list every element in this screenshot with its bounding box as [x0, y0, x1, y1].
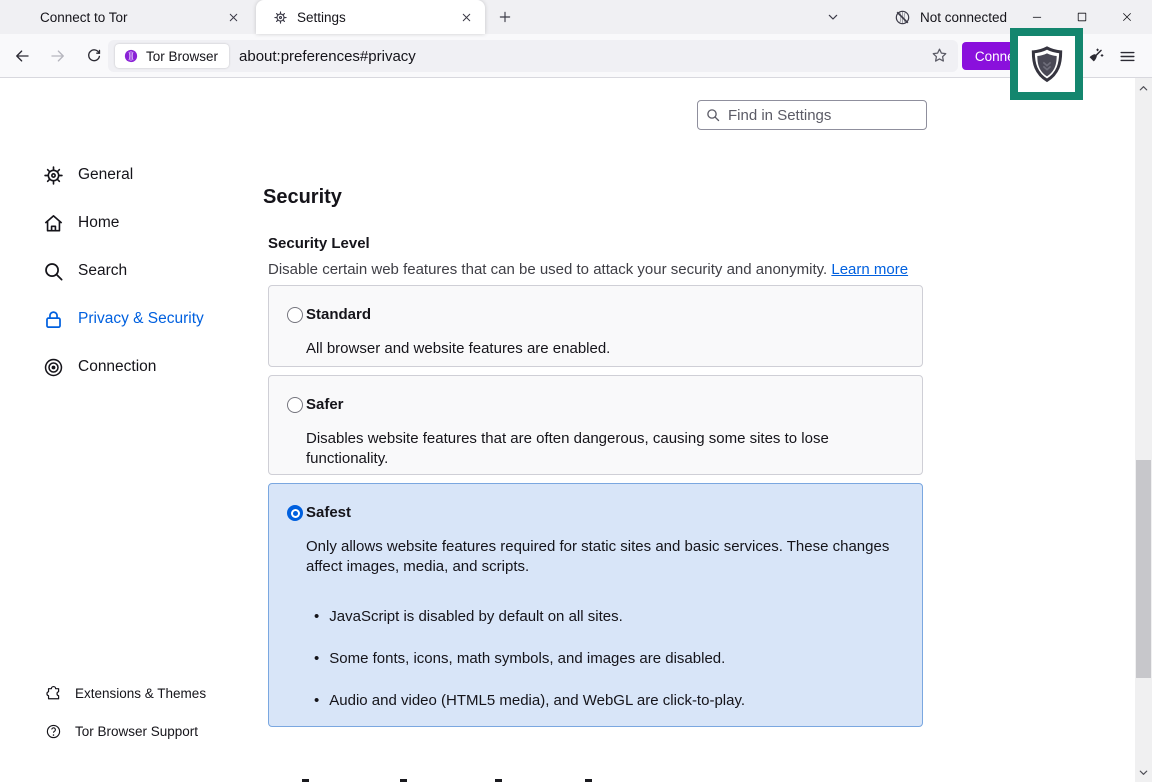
bullet-item: • Audio and video (HTML5 media), and WebG…	[314, 691, 745, 711]
tab-close-icon[interactable]	[455, 6, 477, 28]
close-button[interactable]	[1110, 0, 1144, 34]
option-description: All browser and website features are ena…	[306, 339, 891, 359]
safest-bullet-list: • JavaScript is disabled by default on al…	[314, 607, 745, 733]
bullet-item: • JavaScript is disabled by default on al…	[314, 607, 745, 627]
sidebar-item-label: Connection	[78, 358, 156, 376]
sidebar-item-home[interactable]: Home	[0, 199, 250, 247]
bullet-text: Some fonts, icons, math symbols, and ima…	[329, 649, 725, 669]
onion-not-connected-icon	[893, 8, 912, 27]
gear-icon	[42, 164, 65, 187]
sidebar-item-label: Home	[78, 214, 119, 232]
navigation-toolbar: Tor Browser about:preferences#privacy Co…	[0, 34, 1152, 78]
annotation-highlight-box	[1010, 28, 1083, 100]
sidebar-item-extensions-themes[interactable]: Extensions & Themes	[0, 674, 250, 712]
search-icon	[705, 107, 721, 123]
description-text: Disable certain web features that can be…	[268, 261, 831, 278]
tab-label: Connect to Tor	[40, 10, 222, 25]
site-identity-label: Tor Browser	[146, 49, 218, 64]
security-level-heading: Security Level	[268, 235, 370, 252]
sidebar-item-label: General	[78, 166, 133, 184]
radio-standard[interactable]	[287, 307, 303, 323]
bookmark-star-icon[interactable]	[930, 46, 950, 66]
sidebar-item-general[interactable]: General	[0, 151, 250, 199]
sidebar-item-search[interactable]: Search	[0, 247, 250, 295]
sidebar-item-tor-browser-support[interactable]: Tor Browser Support	[0, 712, 250, 750]
sidebar-item-label: Tor Browser Support	[75, 724, 198, 739]
search-input[interactable]	[697, 100, 927, 130]
security-level-description: Disable certain web features that can be…	[268, 261, 908, 278]
tor-onion-icon	[123, 48, 139, 64]
tab-close-icon[interactable]	[222, 6, 244, 28]
scroll-down-arrow[interactable]	[1135, 764, 1152, 780]
settings-page: General Home Search Privacy & Security C…	[0, 78, 1135, 782]
bullet-icon: •	[314, 649, 319, 669]
radio-safest[interactable]	[287, 505, 303, 521]
option-label: Safer	[306, 396, 344, 413]
option-label: Safest	[306, 504, 351, 521]
page-title: Security	[263, 186, 342, 209]
option-label: Standard	[306, 306, 371, 323]
sidebar-item-connection[interactable]: Connection	[0, 343, 250, 391]
home-icon	[42, 212, 65, 235]
bullet-text: JavaScript is disabled by default on all…	[329, 607, 623, 627]
security-option-standard[interactable]: Standard All browser and website feature…	[268, 285, 923, 367]
bullet-icon: •	[314, 691, 319, 711]
hamburger-menu-icon[interactable]	[1112, 42, 1142, 70]
tab-connect-to-tor[interactable]: Connect to Tor	[16, 0, 252, 34]
new-identity-broom-icon[interactable]	[1080, 42, 1108, 70]
reload-button[interactable]	[79, 41, 109, 71]
scroll-up-arrow[interactable]	[1135, 80, 1152, 96]
vertical-scrollbar[interactable]	[1135, 78, 1152, 782]
status-label: Not connected	[920, 10, 1007, 25]
security-option-safer[interactable]: Safer Disables website features that are…	[268, 375, 923, 475]
bullet-item: • Some fonts, icons, math symbols, and im…	[314, 649, 745, 669]
learn-more-link[interactable]: Learn more	[831, 261, 908, 278]
radio-safer[interactable]	[287, 397, 303, 413]
bullet-text: Audio and video (HTML5 media), and WebGL…	[329, 691, 745, 711]
option-description: Disables website features that are often…	[306, 429, 891, 469]
forward-button[interactable]	[43, 41, 73, 71]
tab-label: Settings	[297, 10, 455, 25]
find-in-settings	[697, 100, 927, 130]
puzzle-piece-icon	[45, 685, 62, 702]
sidebar-item-label: Search	[78, 262, 127, 280]
lock-icon	[42, 308, 65, 331]
browser-window: Connect to Tor Settings Not connected	[0, 0, 1152, 782]
url-text[interactable]: about:preferences#privacy	[239, 48, 416, 65]
settings-sidebar: General Home Search Privacy & Security C…	[0, 151, 250, 391]
back-button[interactable]	[7, 41, 37, 71]
scrollbar-thumb[interactable]	[1136, 460, 1151, 678]
site-identity-chip[interactable]: Tor Browser	[115, 44, 229, 68]
bullet-icon: •	[314, 607, 319, 627]
sidebar-footer: Extensions & Themes Tor Browser Support	[0, 674, 250, 750]
new-tab-button[interactable]	[492, 4, 518, 30]
security-option-safest[interactable]: Safest Only allows website features requ…	[268, 483, 923, 727]
gear-icon	[273, 10, 288, 25]
magnifier-icon	[42, 260, 65, 283]
security-level-shield-icon[interactable]	[1027, 44, 1067, 84]
sidebar-item-privacy-security[interactable]: Privacy & Security	[0, 295, 250, 343]
question-circle-icon	[45, 723, 62, 740]
sidebar-item-label: Privacy & Security	[78, 310, 204, 328]
option-description: Only allows website features required fo…	[306, 537, 891, 577]
tab-settings[interactable]: Settings	[256, 0, 485, 34]
concentric-circles-icon	[42, 356, 65, 379]
list-all-tabs-button[interactable]	[820, 4, 846, 30]
url-bar[interactable]: Tor Browser about:preferences#privacy	[108, 40, 958, 72]
sidebar-item-label: Extensions & Themes	[75, 686, 206, 701]
tor-connection-status: Not connected	[893, 0, 1007, 34]
title-bar: Connect to Tor Settings Not connected	[0, 0, 1152, 34]
